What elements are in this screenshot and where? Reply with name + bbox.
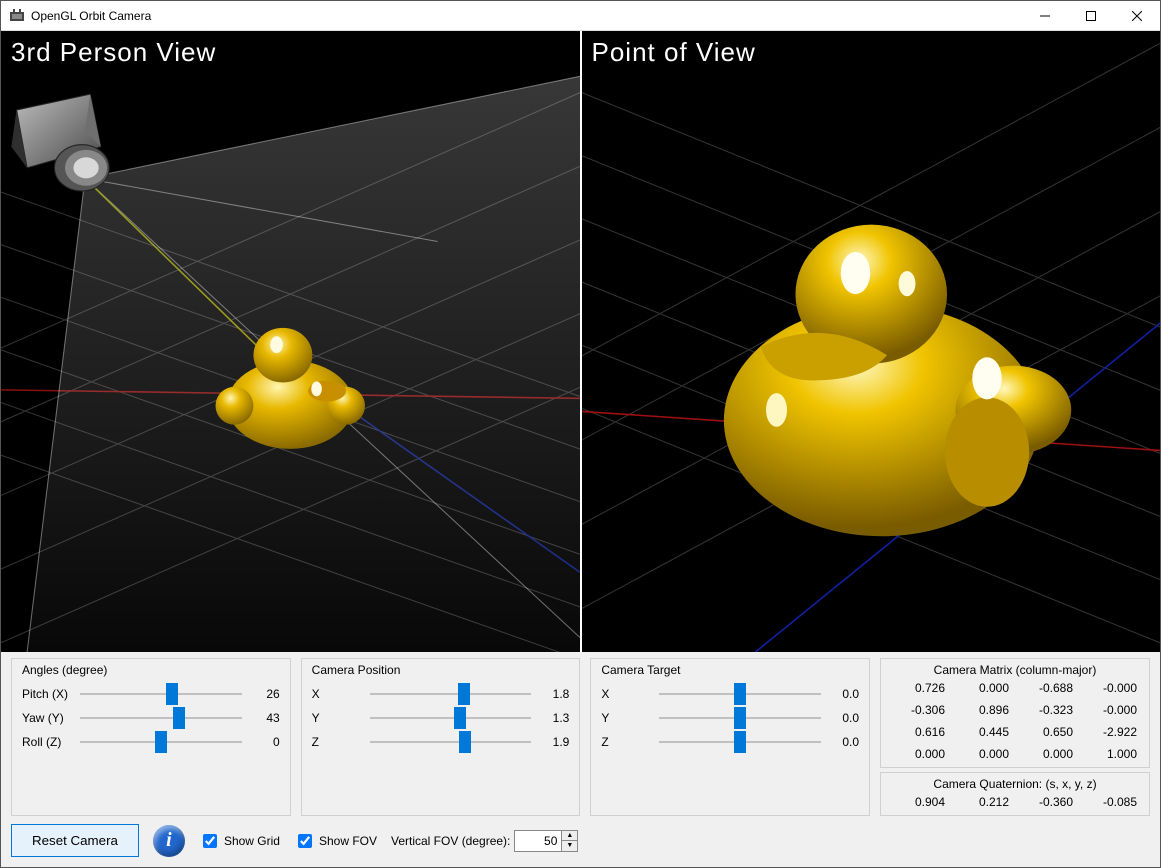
m13: -0.000 <box>1081 703 1141 717</box>
checkbox-show-grid[interactable]: Show Grid <box>199 831 280 851</box>
slider-pitch[interactable] <box>80 693 242 695</box>
label-show-fov: Show FOV <box>319 834 377 848</box>
group-camera-target: Camera Target X 0.0 Y 0.0 Z 0.0 <box>590 658 870 816</box>
titlebar: OpenGL Orbit Camera <box>1 1 1160 31</box>
value-pos-x: 1.8 <box>539 687 569 701</box>
label-tgt-x: X <box>601 687 651 701</box>
footer-row: Reset Camera Show Grid Show FOV Vertical… <box>11 820 1150 857</box>
q-x: 0.212 <box>953 795 1013 809</box>
fov-step-down[interactable]: ▼ <box>562 840 577 851</box>
group-camera-quaternion: Camera Quaternion: (s, x, y, z) 0.904 0.… <box>880 772 1150 816</box>
spinner-vertical-fov[interactable]: ▲ ▼ <box>514 830 578 852</box>
label-show-grid: Show Grid <box>224 834 280 848</box>
label-tgt-z: Z <box>601 735 651 749</box>
m21: 0.445 <box>953 725 1013 739</box>
label-roll: Roll (Z) <box>22 735 72 749</box>
slider-pos-x[interactable] <box>370 693 532 695</box>
camera-matrix-grid: 0.726 0.000 -0.688 -0.000 -0.306 0.896 -… <box>889 681 1141 761</box>
checkbox-show-fov[interactable]: Show FOV <box>294 831 377 851</box>
slider-roll[interactable] <box>80 741 242 743</box>
input-vertical-fov[interactable] <box>515 831 561 851</box>
app-window: OpenGL Orbit Camera 3rd Person View <box>0 0 1161 868</box>
m23: -2.922 <box>1081 725 1141 739</box>
controls-panel: Angles (degree) Pitch (X) 26 Yaw (Y) 43 … <box>1 652 1160 867</box>
value-tgt-z: 0.0 <box>829 735 859 749</box>
m31: 0.000 <box>953 747 1013 761</box>
slider-pos-z[interactable] <box>370 741 532 743</box>
label-yaw: Yaw (Y) <box>22 711 72 725</box>
m03: -0.000 <box>1081 681 1141 695</box>
label-pos-y: Y <box>312 711 362 725</box>
window-title: OpenGL Orbit Camera <box>31 9 151 23</box>
slider-yaw[interactable] <box>80 717 242 719</box>
viewport-title-right: Point of View <box>592 37 756 68</box>
m12: -0.323 <box>1017 703 1077 717</box>
m10: -0.306 <box>889 703 949 717</box>
viewport-title-left: 3rd Person View <box>11 37 216 68</box>
camera-quaternion-values: 0.904 0.212 -0.360 -0.085 <box>889 795 1141 809</box>
q-s: 0.904 <box>889 795 949 809</box>
m30: 0.000 <box>889 747 949 761</box>
slider-tgt-y[interactable] <box>659 717 821 719</box>
fov-step-up[interactable]: ▲ <box>562 831 577 841</box>
m32: 0.000 <box>1017 747 1077 761</box>
minimize-button[interactable] <box>1022 1 1068 31</box>
label-pitch: Pitch (X) <box>22 687 72 701</box>
reset-camera-button[interactable]: Reset Camera <box>11 824 139 857</box>
m33: 1.000 <box>1081 747 1141 761</box>
info-icon[interactable] <box>153 825 185 857</box>
slider-tgt-z[interactable] <box>659 741 821 743</box>
maximize-button[interactable] <box>1068 1 1114 31</box>
value-roll: 0 <box>250 735 280 749</box>
label-vertical-fov: Vertical FOV (degree): <box>391 834 510 848</box>
value-tgt-y: 0.0 <box>829 711 859 725</box>
m01: 0.000 <box>953 681 1013 695</box>
duck-model-pov <box>723 225 1070 537</box>
value-pos-y: 1.3 <box>539 711 569 725</box>
checkbox-show-grid-input[interactable] <box>203 834 217 848</box>
group-label-campos: Camera Position <box>312 663 570 677</box>
group-camera-position: Camera Position X 1.8 Y 1.3 Z 1.9 <box>301 658 581 816</box>
label-camera-quaternion: Camera Quaternion: (s, x, y, z) <box>889 777 1141 791</box>
m11: 0.896 <box>953 703 1013 717</box>
label-pos-z: Z <box>312 735 362 749</box>
viewport-pov[interactable]: Point of View <box>580 31 1161 652</box>
viewports: 3rd Person View <box>1 31 1160 652</box>
group-camera-matrix: Camera Matrix (column-major) 0.726 0.000… <box>880 658 1150 768</box>
label-pos-x: X <box>312 687 362 701</box>
group-angles: Angles (degree) Pitch (X) 26 Yaw (Y) 43 … <box>11 658 291 816</box>
value-tgt-x: 0.0 <box>829 687 859 701</box>
value-pos-z: 1.9 <box>539 735 569 749</box>
viewport-third-person[interactable]: 3rd Person View <box>1 31 580 652</box>
q-z: -0.085 <box>1081 795 1141 809</box>
checkbox-show-fov-input[interactable] <box>298 834 312 848</box>
close-button[interactable] <box>1114 1 1160 31</box>
label-camera-matrix: Camera Matrix (column-major) <box>889 663 1141 677</box>
q-y: -0.360 <box>1017 795 1077 809</box>
group-label-angles: Angles (degree) <box>22 663 280 677</box>
m02: -0.688 <box>1017 681 1077 695</box>
app-icon <box>9 8 25 24</box>
label-tgt-y: Y <box>601 711 651 725</box>
slider-pos-y[interactable] <box>370 717 532 719</box>
camera-model <box>11 94 109 191</box>
m20: 0.616 <box>889 725 949 739</box>
matrix-panel: Camera Matrix (column-major) 0.726 0.000… <box>880 658 1150 816</box>
m22: 0.650 <box>1017 725 1077 739</box>
slider-tgt-x[interactable] <box>659 693 821 695</box>
group-label-camtgt: Camera Target <box>601 663 859 677</box>
value-yaw: 43 <box>250 711 280 725</box>
value-pitch: 26 <box>250 687 280 701</box>
m00: 0.726 <box>889 681 949 695</box>
